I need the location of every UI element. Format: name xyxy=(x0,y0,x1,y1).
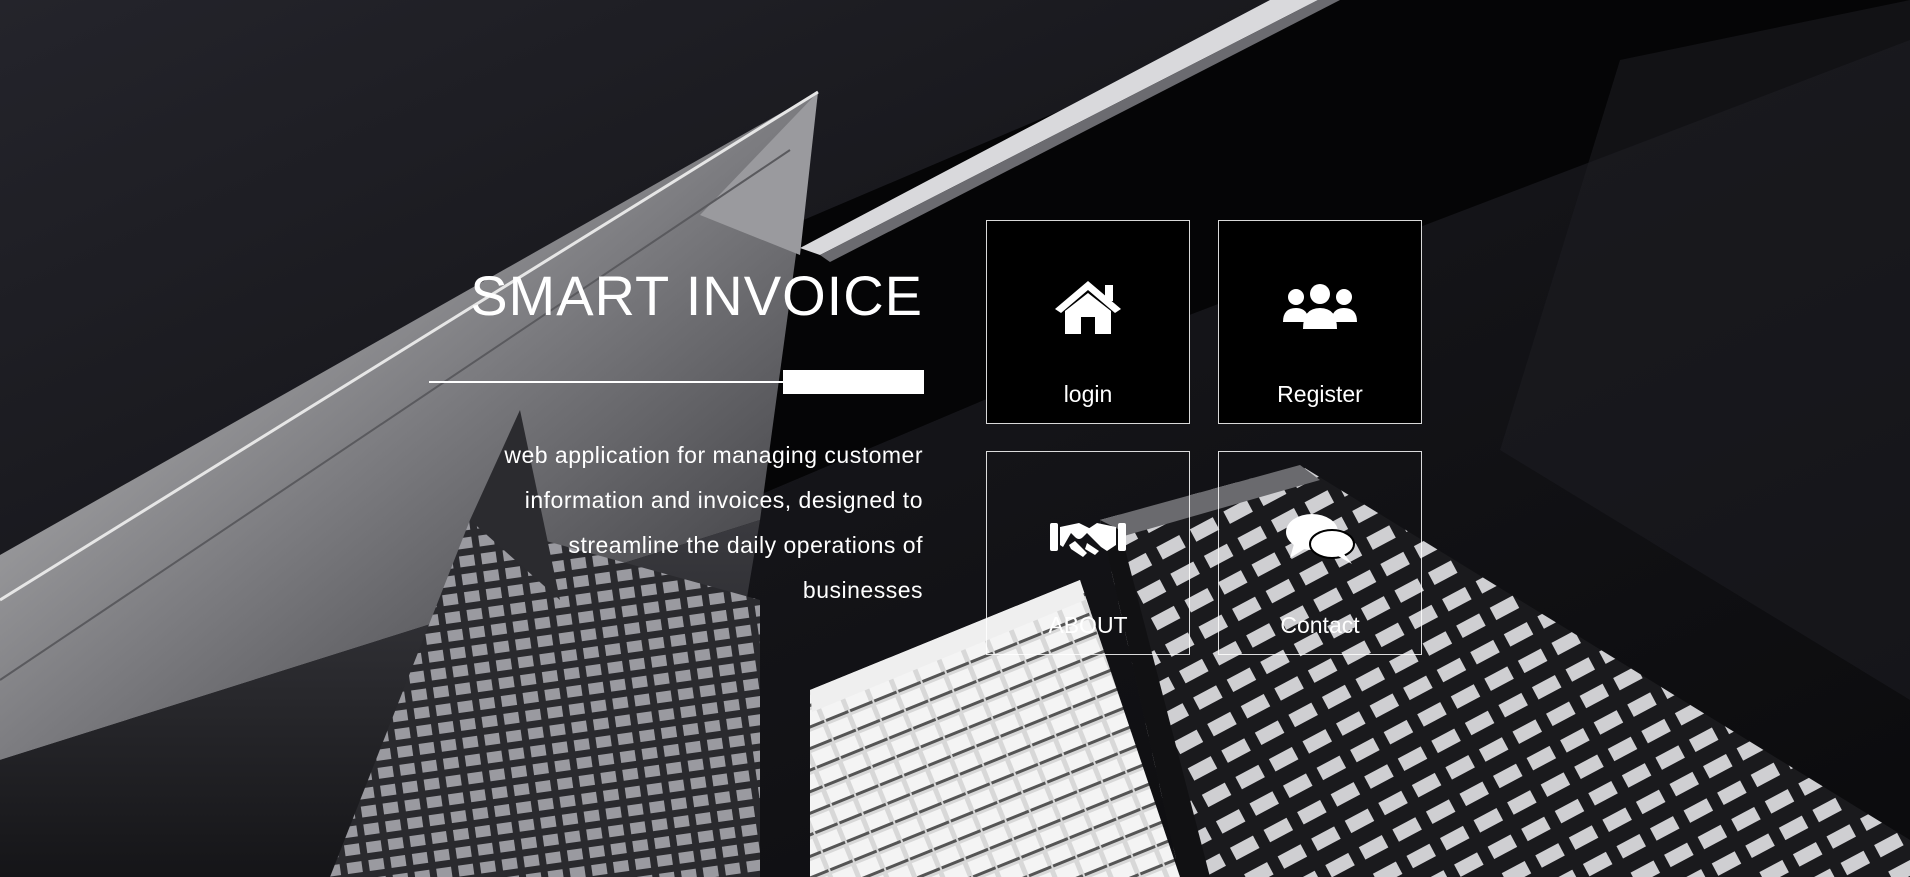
comments-icon xyxy=(1219,508,1421,568)
app-title: SMART INVOICE xyxy=(470,264,923,327)
tagline-line: businesses xyxy=(802,577,923,603)
app-tagline: web application for managing customer in… xyxy=(440,433,923,613)
landing-page: SMART INVOICE web application for managi… xyxy=(0,0,1910,877)
about-label: ABOUT xyxy=(1048,612,1128,638)
tagline-line: streamline the daily operations of xyxy=(568,532,923,558)
users-icon xyxy=(1219,277,1421,337)
login-tile[interactable]: login xyxy=(986,220,1190,424)
tagline-line: information and invoices, designed to xyxy=(524,487,923,513)
about-tile[interactable]: ABOUT xyxy=(986,451,1190,655)
register-tile[interactable]: Register xyxy=(1218,220,1422,424)
contact-tile[interactable]: Contact xyxy=(1218,451,1422,655)
title-divider-line xyxy=(429,381,783,383)
title-divider-bar xyxy=(783,370,924,394)
register-label: Register xyxy=(1277,381,1363,407)
tagline-line: web application for managing customer xyxy=(504,442,923,468)
home-icon xyxy=(987,277,1189,337)
login-label: login xyxy=(1063,381,1113,407)
handshake-icon xyxy=(987,508,1189,568)
background-skyline-image xyxy=(0,0,1910,877)
contact-label: Contact xyxy=(1280,612,1360,638)
